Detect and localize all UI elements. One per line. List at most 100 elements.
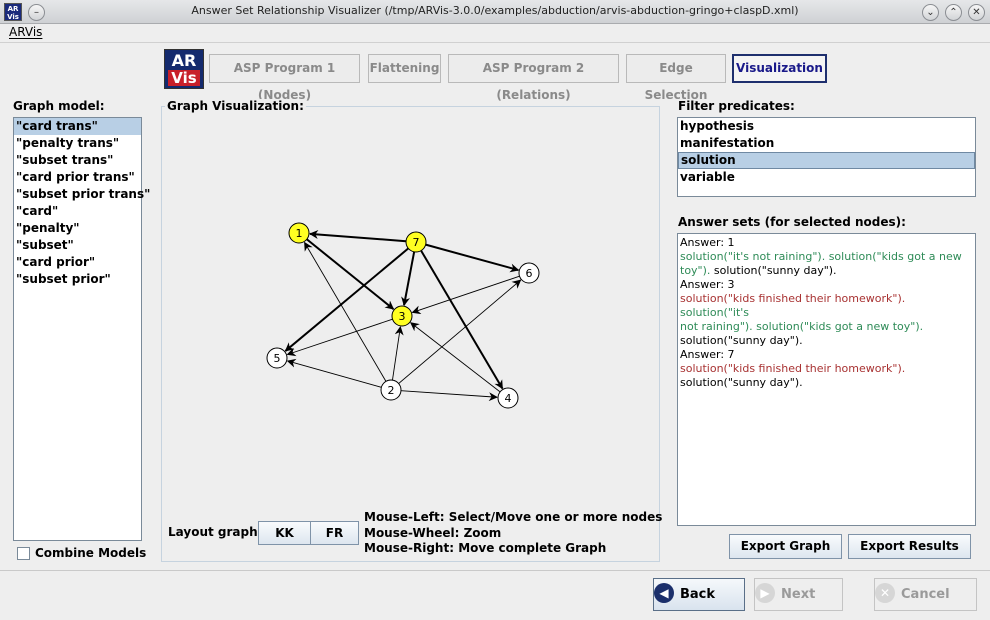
graph-model-item[interactable]: "penalty": [14, 220, 141, 237]
answer-line: solution("sunny day").: [680, 376, 973, 390]
layout-fr-button[interactable]: FR: [310, 521, 359, 545]
next-button[interactable]: ▶ Next: [754, 578, 843, 611]
graph-node-3[interactable]: 3: [391, 305, 413, 327]
export-results-button[interactable]: Export Results: [848, 534, 971, 559]
answer-segment: solution("kids finished their homework")…: [680, 362, 906, 375]
graph-model-item[interactable]: "subset": [14, 237, 141, 254]
answer-line: solution("sunny day").: [680, 334, 973, 348]
graph-model-item[interactable]: "subset prior trans": [14, 186, 150, 203]
answer-line: toy"). solution("sunny day").: [680, 264, 973, 278]
answer-line: not raining"). solution("kids got a new …: [680, 320, 973, 334]
answer-segment: solution("it's not raining").: [680, 250, 826, 263]
answer-sets-label: Answer sets (for selected nodes):: [678, 215, 906, 229]
answer-sets-text[interactable]: Answer: 1 solution("it's not raining"). s…: [677, 233, 976, 526]
graph-node-label: 2: [388, 384, 395, 397]
menu-bar: ARVis: [0, 24, 990, 43]
layout-graph-label: Layout graph:: [168, 525, 263, 539]
graph-node-label: 6: [526, 267, 533, 280]
graph-edge-7-3: [401, 251, 416, 307]
graph-model-item[interactable]: "card": [14, 203, 141, 220]
graph-model-list[interactable]: "card trans" "penalty trans" "subset tra…: [13, 117, 150, 541]
answer-line: Answer: 3: [680, 278, 973, 292]
answer-segment: toy").: [680, 264, 711, 277]
graph-node-6[interactable]: 6: [518, 262, 540, 284]
graph-node-1[interactable]: 1: [288, 222, 310, 244]
layout-kk-button[interactable]: KK: [258, 521, 311, 545]
maximize-icon[interactable]: ⌃: [945, 4, 962, 21]
answer-line: solution("kids finished their homework")…: [680, 362, 973, 376]
graph-edge-2-1: [304, 241, 387, 382]
graph-model-item[interactable]: "subset prior": [14, 271, 141, 288]
answer-segment: Answer: 7: [680, 348, 735, 361]
menu-arvis[interactable]: ARVis: [9, 25, 42, 39]
graph-edge-2-5: [286, 358, 382, 388]
filter-item-hypothesis[interactable]: hypothesis: [678, 118, 975, 135]
title-bar: AR Vis – Answer Set Relationship Visuali…: [0, 0, 990, 24]
graph-node-4[interactable]: 4: [497, 387, 519, 409]
answer-segment: solution("sunny day").: [710, 264, 837, 277]
step-visualization[interactable]: Visualization: [732, 54, 827, 83]
graph-model-item[interactable]: "card trans": [14, 118, 141, 135]
answer-segment: Answer: 3: [680, 278, 735, 291]
combine-models-checkbox[interactable]: [17, 547, 30, 560]
answer-segment: not raining").: [680, 320, 753, 333]
graph-edge-7-6: [425, 243, 520, 273]
answer-segment: solution("kids got a new: [825, 250, 962, 263]
answer-segment: solution("kids finished their homework")…: [680, 292, 906, 305]
graph-node-label: 3: [399, 310, 406, 323]
graph-visualization-label: Graph Visualization:: [165, 99, 306, 113]
graph-edge-2-4: [400, 390, 498, 402]
filter-item-manifestation[interactable]: manifestation: [678, 135, 975, 152]
graph-node-label: 4: [505, 392, 512, 405]
answer-segment: solution("kids got a new toy").: [752, 320, 924, 333]
graph-canvas[interactable]: 1 7 6 3 5 2 4: [162, 118, 659, 498]
graph-model-label: Graph model:: [13, 99, 105, 113]
answer-line: Answer: 7: [680, 348, 973, 362]
graph-edge-7-1: [309, 229, 407, 243]
graph-node-2[interactable]: 2: [380, 379, 402, 401]
combine-models-label: Combine Models: [35, 546, 147, 560]
next-arrow-icon: ▶: [755, 583, 775, 603]
graph-edge-2-6: [398, 279, 522, 384]
logo-line1: AR: [171, 51, 197, 70]
minimize-icon[interactable]: ⌄: [922, 4, 939, 21]
step-edge-selection[interactable]: Edge Selection: [626, 54, 726, 102]
answer-line: solution("kids finished their homework")…: [680, 292, 973, 320]
graph-model-item[interactable]: "penalty trans": [14, 135, 141, 152]
filter-item-solution[interactable]: solution: [678, 152, 975, 169]
graph-node-label: 5: [274, 352, 281, 365]
filter-item-variable[interactable]: variable: [678, 169, 975, 186]
step-asp-program-2[interactable]: ASP Program 2 (Relations): [448, 54, 619, 102]
help-mouse-right: Mouse-Right: Move complete Graph: [364, 541, 607, 555]
cancel-x-icon: ✕: [875, 583, 895, 603]
cancel-label: Cancel: [901, 587, 950, 602]
graph-model-item[interactable]: "card prior trans": [14, 169, 141, 186]
answer-line: Answer: 1: [680, 236, 973, 250]
graph-edge-7-5: [284, 247, 409, 352]
answer-segment: solution("sunny day").: [680, 376, 803, 389]
answer-line: solution("it's not raining"). solution("…: [680, 250, 973, 264]
answer-segment: solution("it's: [680, 306, 750, 319]
graph-node-7[interactable]: 7: [405, 231, 427, 253]
graph-model-item[interactable]: "subset trans": [14, 152, 141, 169]
back-button[interactable]: ◀ Back: [653, 578, 745, 611]
graph-model-item[interactable]: "card prior": [14, 254, 141, 271]
back-label: Back: [680, 587, 716, 602]
cancel-button[interactable]: ✕ Cancel: [874, 578, 977, 611]
step-asp-program-1[interactable]: ASP Program 1 (Nodes): [209, 54, 360, 102]
step-flattening[interactable]: Flattening: [368, 54, 441, 83]
graph-node-label: 7: [413, 236, 420, 249]
help-mouse-wheel: Mouse-Wheel: Zoom: [364, 526, 502, 540]
graph-edge-4-3: [409, 322, 501, 393]
filter-predicates-label: Filter predicates:: [678, 99, 795, 113]
export-graph-button[interactable]: Export Graph: [729, 534, 842, 559]
next-label: Next: [781, 587, 816, 602]
bottom-separator: [0, 570, 990, 571]
close-icon[interactable]: ✕: [968, 4, 985, 21]
graph-edge-2-3: [392, 325, 404, 381]
window-title: Answer Set Relationship Visualizer (/tmp…: [191, 4, 799, 17]
filter-predicates-list[interactable]: hypothesis manifestation solution variab…: [677, 117, 976, 197]
graph-node-5[interactable]: 5: [266, 347, 288, 369]
answer-segment: solution("sunny day").: [680, 334, 803, 347]
graph-edge-7-4: [420, 250, 504, 390]
